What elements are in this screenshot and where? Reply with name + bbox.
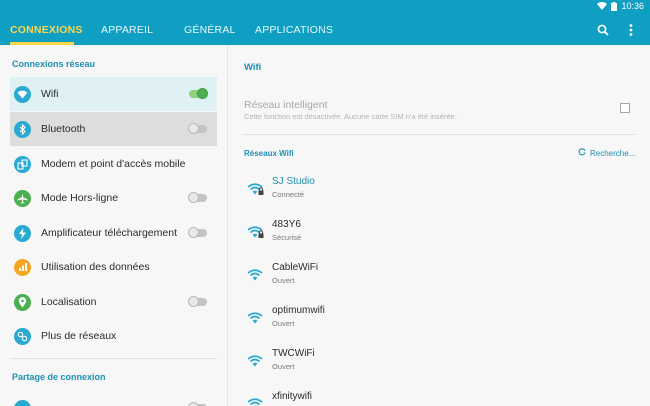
menu-item-wifi[interactable]: Wifi <box>10 77 217 111</box>
searching-indicator: Recherche... <box>578 148 635 158</box>
wifi-locked-icon <box>247 182 265 196</box>
tab-appareil[interactable]: APPAREIL <box>101 14 153 45</box>
smart-network-description: Cette fonction est désactivée. Aucune ca… <box>244 112 457 121</box>
status-bar: 10:36 <box>597 0 644 12</box>
bluetooth-toggle[interactable] <box>188 123 207 134</box>
settings-menu: Connexions réseau Wifi Bluetooth Modem e… <box>0 45 228 406</box>
network-name: SJ Studio <box>272 176 315 187</box>
divider <box>10 358 217 359</box>
wifi-icon <box>14 85 31 103</box>
menu-item-label: Localisation <box>41 296 97 308</box>
network-name: xfinitywifi <box>272 391 313 402</box>
airplane-icon <box>14 189 31 207</box>
menu-item-location[interactable]: Localisation <box>10 285 217 319</box>
menu-item-label: Mode Hors-ligne <box>41 192 119 204</box>
smart-network-title: Réseau intelligent <box>244 99 328 111</box>
menu-item-more-networks[interactable]: Plus de réseaux <box>10 319 217 353</box>
search-icon[interactable] <box>596 23 610 37</box>
page-title: Wifi <box>244 62 262 73</box>
menu-item-download-booster[interactable]: Amplificateur téléchargement <box>10 216 217 250</box>
network-status: Ouvert <box>272 319 295 328</box>
more-networks-icon <box>14 327 31 345</box>
location-toggle[interactable] <box>188 296 207 307</box>
wifi-network-item[interactable]: optimumwifi Ouvert <box>242 301 636 339</box>
wifi-icon <box>247 268 265 282</box>
tab-applications[interactable]: APPLICATIONS <box>255 14 333 45</box>
menu-item-airplane-mode[interactable]: Mode Hors-ligne <box>10 181 217 215</box>
wifi-network-item[interactable]: xfinitywifiOuvert <box>242 387 636 406</box>
network-status: Sécurisé <box>272 233 302 242</box>
battery-icon <box>611 1 618 11</box>
hotspot-icon <box>14 155 31 173</box>
menu-item-partial[interactable] <box>10 391 217 406</box>
lightning-icon <box>14 224 31 242</box>
section-partage-connexion: Partage de connexion <box>12 372 106 382</box>
more-vert-icon[interactable] <box>624 23 638 37</box>
menu-item-data-usage[interactable]: Utilisation des données <box>10 250 217 284</box>
menu-item-label: Plus de réseaux <box>41 330 117 342</box>
wifi-icon <box>247 397 265 406</box>
airplane-mode-toggle[interactable] <box>188 192 207 203</box>
menu-item-hotspot[interactable]: Modem et point d'accès mobile <box>10 147 217 181</box>
wifi-network-item[interactable]: TWCWiFi Ouvert <box>242 344 636 382</box>
status-time: 10:36 <box>621 1 644 11</box>
menu-item-label: Modem et point d'accès mobile <box>41 158 186 170</box>
smart-network-checkbox[interactable] <box>620 103 630 113</box>
refresh-icon <box>578 148 586 158</box>
network-name: TWCWiFi <box>272 348 315 359</box>
network-status: Ouvert <box>272 362 295 371</box>
section-connexions-reseau: Connexions réseau <box>12 59 96 69</box>
menu-item-label: Utilisation des données <box>41 261 150 273</box>
location-icon <box>14 293 31 311</box>
divider <box>242 134 636 135</box>
menu-item-label: Wifi <box>41 88 59 100</box>
menu-item-label: Bluetooth <box>41 123 86 135</box>
network-name: CableWiFi <box>272 262 319 273</box>
wifi-network-item[interactable]: SJ Studio Connecté <box>242 172 636 210</box>
searching-label: Recherche... <box>590 148 636 158</box>
menu-item-bluetooth[interactable]: Bluetooth <box>10 112 217 146</box>
tab-connexions[interactable]: CONNEXIONS <box>10 14 82 45</box>
app-header: 10:36 CONNEXIONS APPAREIL GÉNÉRAL APPLIC… <box>0 0 650 45</box>
network-status: Ouvert <box>272 276 295 285</box>
tab-general[interactable]: GÉNÉRAL <box>184 14 235 45</box>
wifi-toggle[interactable] <box>189 88 208 99</box>
wifi-network-item[interactable]: CableWiFi Ouvert <box>242 258 636 296</box>
wifi-icon <box>247 311 265 325</box>
wifi-icon <box>597 2 608 10</box>
download-booster-toggle[interactable] <box>188 227 207 238</box>
wifi-networks-heading: Réseaux Wifi <box>244 149 294 158</box>
network-status: Connecté <box>272 190 305 199</box>
menu-item-label: Amplificateur téléchargement <box>41 227 177 239</box>
bluetooth-icon <box>14 120 31 138</box>
wifi-network-item[interactable]: 483Y6 Sécurisé <box>242 215 636 253</box>
wifi-panel: Wifi Réseau intelligent Cette fonction e… <box>228 45 650 406</box>
data-usage-icon <box>14 258 31 276</box>
wifi-locked-icon <box>247 225 265 239</box>
network-name: 483Y6 <box>272 219 301 230</box>
wifi-icon <box>247 354 265 368</box>
network-name: optimumwifi <box>272 305 325 316</box>
tethering-icon <box>14 399 31 406</box>
